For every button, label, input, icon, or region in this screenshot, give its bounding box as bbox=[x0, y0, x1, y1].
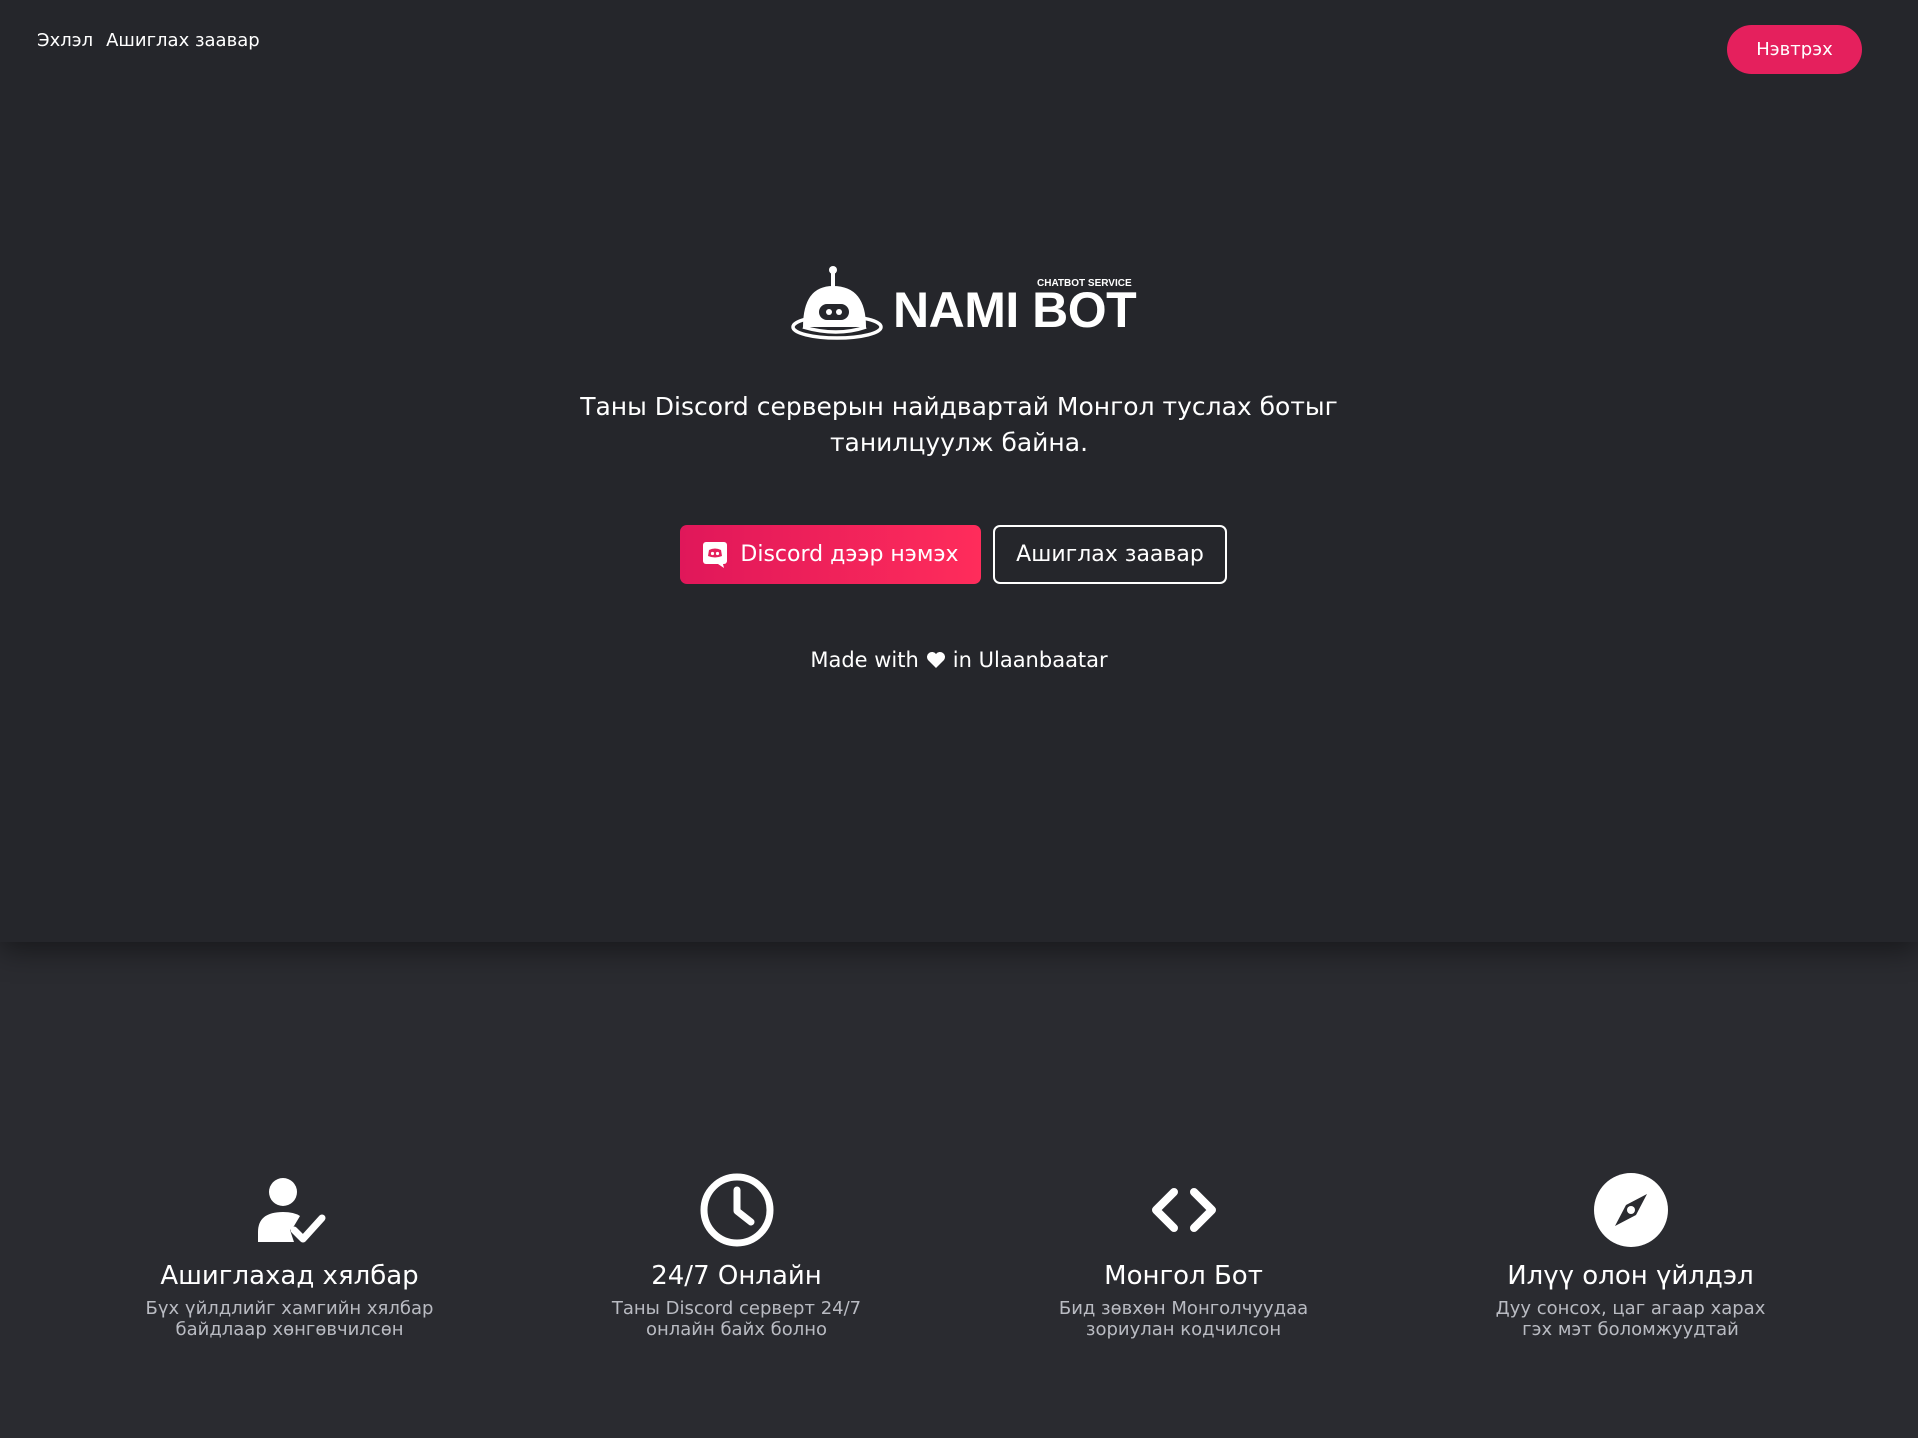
hero-tagline: Таны Discord серверын найдвартай Монгол … bbox=[580, 392, 1338, 457]
feature-desc: Таны Discord серверт 24/7 онлайн байх бо… bbox=[611, 1298, 862, 1340]
feature-online-247: 24/7 Онлайн Таны Discord серверт 24/7 он… bbox=[513, 1170, 960, 1340]
usage-guide-button[interactable]: Ашиглах заавар bbox=[993, 525, 1227, 584]
feature-more-actions: Илүү олон үйлдэл Дуу сонсох, цаг агаар х… bbox=[1407, 1170, 1854, 1340]
feature-desc: Дуу сонсох, цаг агаар харах гэх мэт боло… bbox=[1495, 1298, 1766, 1340]
login-button[interactable]: Нэвтрэх bbox=[1727, 25, 1862, 74]
compass-icon bbox=[1593, 1173, 1668, 1247]
user-check-icon bbox=[257, 1178, 325, 1243]
logo-brand-text: NAMI BOT bbox=[893, 282, 1137, 338]
clock-icon bbox=[700, 1173, 773, 1247]
feature-desc: Бид зөвхөн Монголчуудаа зориулан кодчилс… bbox=[1058, 1298, 1309, 1340]
add-to-discord-button[interactable]: Discord дээр нэмэх bbox=[680, 525, 981, 584]
feature-desc: Бүх үйлдлийг хамгийн хялбар байдлаар хөн… bbox=[145, 1298, 434, 1340]
heart-icon bbox=[926, 652, 945, 668]
add-to-discord-label: Discord дээр нэмэх bbox=[740, 542, 959, 567]
feature-title: 24/7 Онлайн bbox=[651, 1261, 822, 1291]
nav-home-link[interactable]: Эхлэл bbox=[37, 30, 93, 51]
feature-title: Ашиглахад хялбар bbox=[160, 1261, 419, 1291]
features-section: Ашиглахад хялбар Бүх үйлдлийг хамгийн хя… bbox=[0, 1170, 1918, 1370]
logo-tag-text: CHATBOT SERVICE bbox=[1037, 278, 1132, 289]
feature-title: Илүү олон үйлдэл bbox=[1507, 1261, 1754, 1291]
discord-icon bbox=[703, 541, 728, 568]
code-icon bbox=[1151, 1188, 1216, 1232]
hero-section: Эхлэл Ашиглах заавар Нэвтрэх NAMI BOT CH… bbox=[0, 0, 1918, 942]
nav-guide-link[interactable]: Ашиглах заавар bbox=[106, 30, 260, 51]
made-with-suffix: in Ulaanbaatar bbox=[952, 648, 1108, 672]
feature-easy-to-use: Ашиглахад хялбар Бүх үйлдлийг хамгийн хя… bbox=[66, 1170, 513, 1340]
robot-logo-icon bbox=[791, 266, 883, 340]
feature-title: Монгол Бот bbox=[1104, 1261, 1263, 1291]
feature-mongolian-bot: Монгол Бот Бид зөвхөн Монголчуудаа зориу… bbox=[960, 1170, 1407, 1340]
made-with-prefix: Made with bbox=[810, 648, 919, 672]
nami-bot-logo: NAMI BOT CHATBOT SERVICE bbox=[790, 265, 1137, 343]
made-with-credit: Made with in Ulaanbaatar bbox=[659, 648, 1259, 672]
top-nav: Эхлэл Ашиглах заавар bbox=[37, 30, 260, 51]
